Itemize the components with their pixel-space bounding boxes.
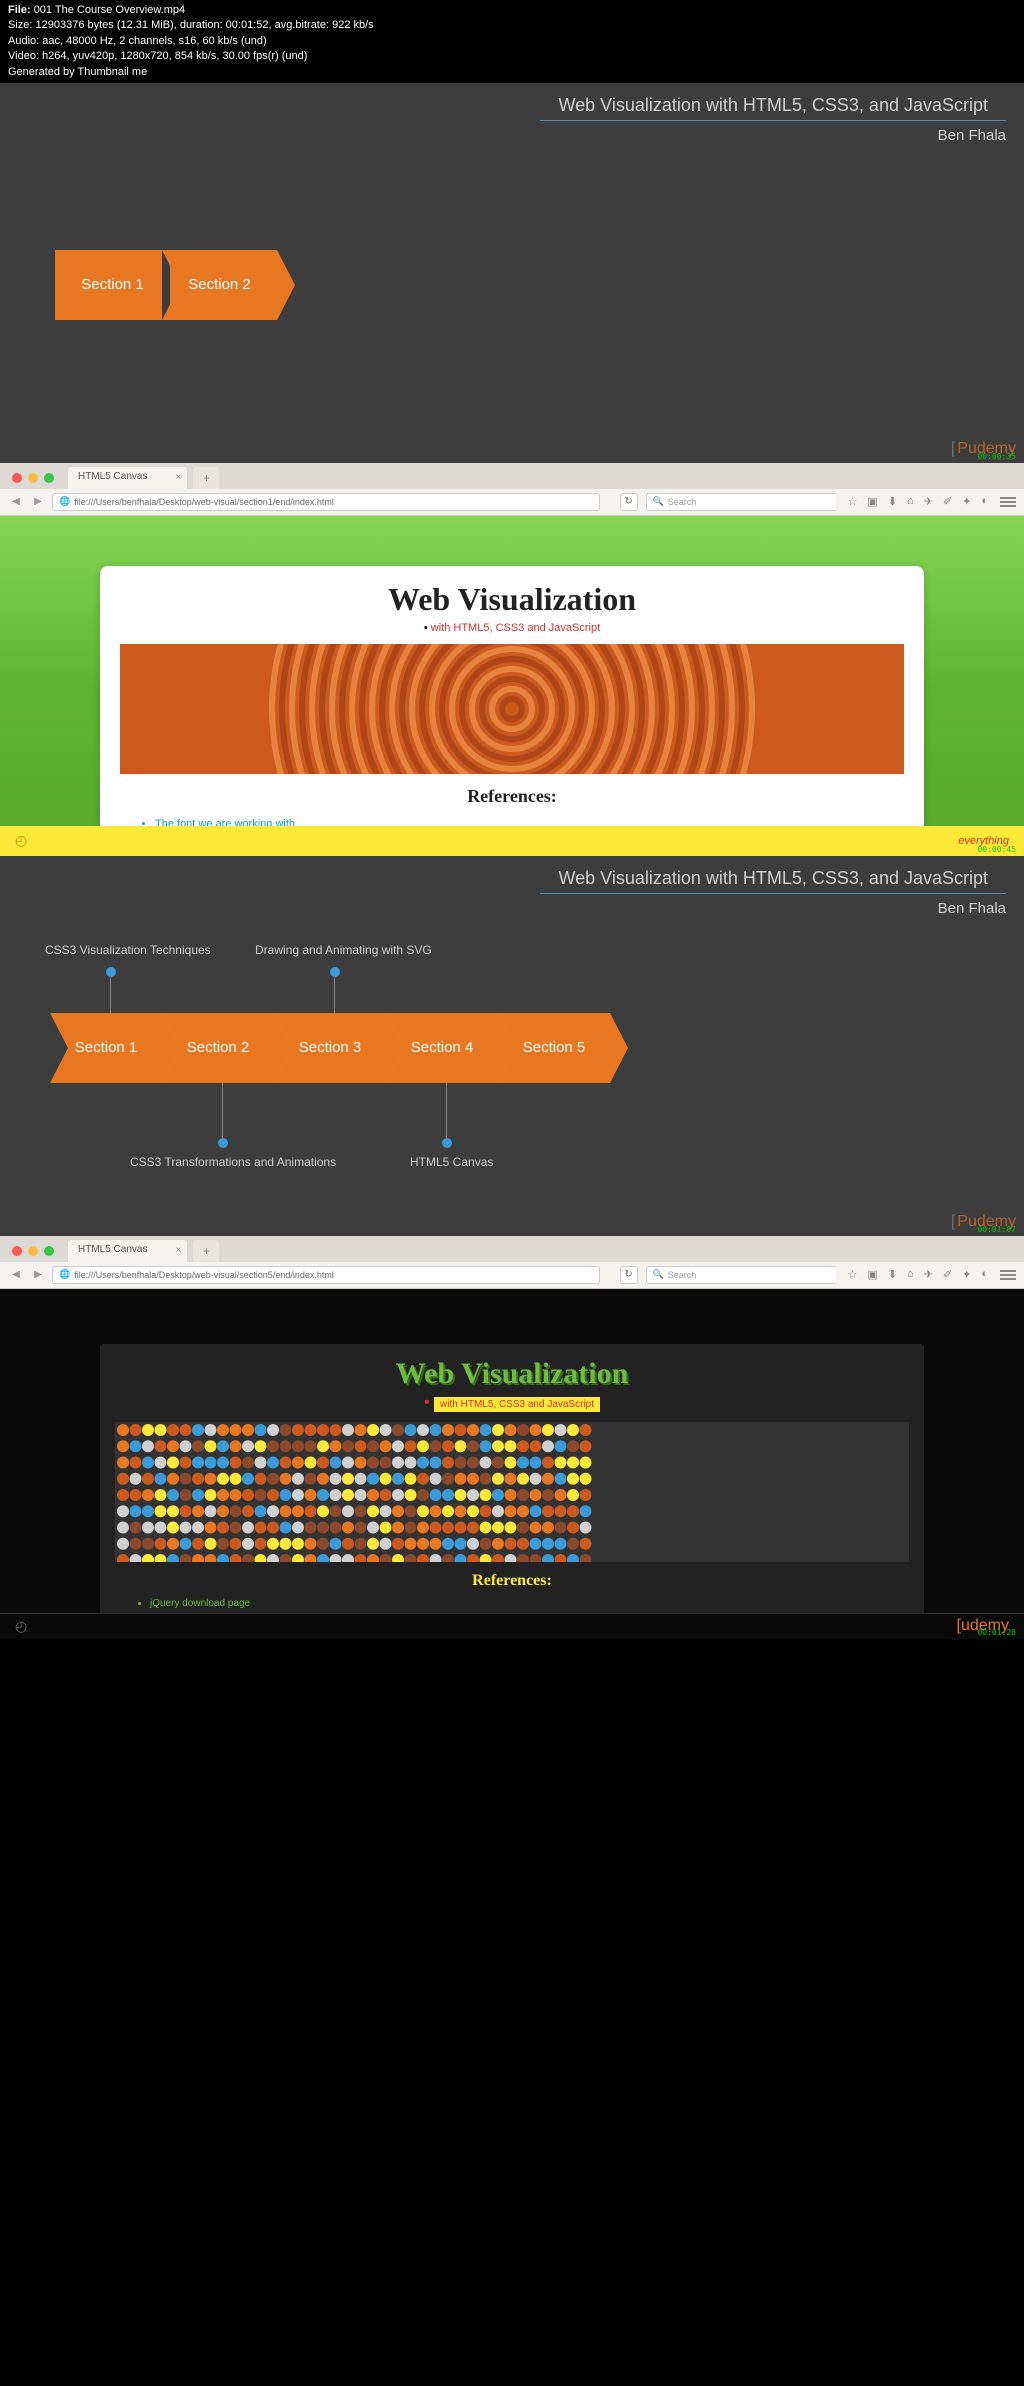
tag-icon[interactable]: ✐: [943, 1268, 952, 1281]
pocket-icon[interactable]: ▣: [867, 495, 877, 508]
close-tab-icon[interactable]: ×: [176, 472, 182, 483]
frame-timestamp: 00:01:07: [977, 1225, 1016, 1234]
new-tab-button[interactable]: +: [193, 467, 219, 489]
canvas-rings-graphic: [120, 644, 904, 774]
canvas-mosaic-graphic: [115, 1422, 909, 1562]
close-window-icon[interactable]: [12, 1246, 22, 1256]
tab-bar: HTML5 Canvas × +: [0, 463, 1024, 489]
home-icon[interactable]: ⌂: [907, 1268, 914, 1281]
top-annotations: CSS3 Visualization Techniques Drawing an…: [0, 943, 1024, 1013]
hamburger-menu-icon[interactable]: [1000, 1268, 1016, 1282]
section-chevrons: Section 1 Section 2 Section 3 Section 4 …: [50, 1013, 1024, 1083]
frame-timestamp: 00:00:45: [977, 845, 1016, 854]
search-input[interactable]: 🔍 Search: [646, 1266, 836, 1284]
slide-title: Web Visualization with HTML5, CSS3, and …: [540, 856, 1006, 894]
maximize-window-icon[interactable]: [44, 1246, 54, 1256]
bottom-annotations: CSS3 Transformations and Animations HTML…: [0, 1083, 1024, 1173]
close-tab-icon[interactable]: ×: [176, 1245, 182, 1256]
minimize-window-icon[interactable]: [28, 473, 38, 483]
pocket-icon[interactable]: ▣: [867, 1268, 877, 1281]
footer-bar: ◴ everything: [0, 826, 1024, 856]
forward-button[interactable]: ▶: [30, 1267, 46, 1283]
section-chevrons: Section 1 Section 2: [55, 250, 1024, 320]
content-panel: Web Visualization with HTML5, CSS3 and J…: [100, 566, 924, 856]
url-input[interactable]: 🌐 file:///Users/benfhala/Desktop/web-vis…: [52, 1266, 600, 1284]
paint-icon[interactable]: ✦: [962, 495, 971, 508]
slide-author: Ben Fhala: [0, 121, 1024, 150]
page-title: Web Visualization: [115, 1352, 909, 1391]
content-panel: Web Visualization with HTML5, CSS3 and J…: [100, 1344, 924, 1634]
annotation-line: [110, 977, 111, 1013]
share-icon[interactable]: ✈: [924, 495, 933, 508]
home-icon[interactable]: ⌂: [907, 495, 914, 508]
thumbnail-frame-1: Web Visualization with HTML5, CSS3, and …: [0, 83, 1024, 463]
maximize-window-icon[interactable]: [44, 473, 54, 483]
window-controls[interactable]: [10, 473, 62, 489]
annotation-dot-icon: [330, 967, 340, 977]
page-title: Web Visualization: [120, 576, 904, 618]
browser-chrome: HTML5 Canvas × + ◀ ▶ 🌐 file:///Users/ben…: [0, 1236, 1024, 1289]
close-window-icon[interactable]: [12, 473, 22, 483]
tab-bar: HTML5 Canvas × +: [0, 1236, 1024, 1262]
search-input[interactable]: 🔍 Search: [646, 493, 836, 511]
annotation-label: HTML5 Canvas: [410, 1155, 493, 1169]
slide-author: Ben Fhala: [0, 894, 1024, 923]
annotation-dot-icon: [442, 1138, 452, 1148]
page-subtitle: with HTML5, CSS3 and JavaScript: [434, 1397, 600, 1412]
toolbar-icons: ☆ ▣ ⬇ ⌂ ✈ ✐ ✦ ◐: [842, 1268, 994, 1281]
clock-icon: ◴: [15, 832, 27, 849]
thumbnail-frame-4: HTML5 Canvas × + ◀ ▶ 🌐 file:///Users/ben…: [0, 1236, 1024, 1639]
annotation-line: [334, 977, 335, 1013]
tag-icon[interactable]: ✐: [943, 495, 952, 508]
annotation-label: CSS3 Visualization Techniques: [45, 943, 211, 957]
share-icon[interactable]: ✈: [924, 1268, 933, 1281]
annotation-dot-icon: [106, 967, 116, 977]
url-input[interactable]: 🌐 file:///Users/benfhala/Desktop/web-vis…: [52, 493, 600, 511]
thumbnail-frame-3: Web Visualization with HTML5, CSS3, and …: [0, 856, 1024, 1236]
download-icon[interactable]: ⬇: [888, 495, 897, 508]
annotation-label: Drawing and Animating with SVG: [255, 943, 432, 957]
back-button[interactable]: ◀: [8, 494, 24, 510]
address-bar: ◀ ▶ 🌐 file:///Users/benfhala/Desktop/web…: [0, 1262, 1024, 1288]
back-button[interactable]: ◀: [8, 1267, 24, 1283]
annotation-line: [446, 1083, 447, 1138]
page-subtitle: with HTML5, CSS3 and JavaScript: [120, 618, 904, 644]
clock-icon: ◴: [15, 1618, 27, 1635]
forward-button[interactable]: ▶: [30, 494, 46, 510]
footer-bar: ◴ [udemy: [0, 1613, 1024, 1639]
reference-link[interactable]: jQuery download page: [150, 1596, 909, 1611]
hamburger-menu-icon[interactable]: [1000, 495, 1016, 509]
browser-chrome: HTML5 Canvas × + ◀ ▶ 🌐 file:///Users/ben…: [0, 463, 1024, 516]
section-chevron: Section 1: [55, 250, 170, 320]
star-icon[interactable]: ☆: [848, 1268, 858, 1281]
browser-tab[interactable]: HTML5 Canvas ×: [68, 1240, 187, 1262]
toggle-icon[interactable]: ◐: [981, 1268, 988, 1281]
references-heading: References:: [120, 774, 904, 815]
annotation-dot-icon: [218, 1138, 228, 1148]
section-chevron: Section 1: [50, 1013, 162, 1083]
toggle-icon[interactable]: ◐: [981, 495, 988, 508]
thumbnail-frame-2: HTML5 Canvas × + ◀ ▶ 🌐 file:///Users/ben…: [0, 463, 1024, 856]
frame-timestamp: 00:01:28: [977, 1628, 1016, 1637]
browser-tab[interactable]: HTML5 Canvas ×: [68, 467, 187, 489]
reload-button[interactable]: ↻: [620, 493, 638, 511]
star-icon[interactable]: ☆: [848, 495, 858, 508]
new-tab-button[interactable]: +: [193, 1240, 219, 1262]
window-controls[interactable]: [10, 1246, 62, 1262]
toolbar-icons: ☆ ▣ ⬇ ⌂ ✈ ✐ ✦ ◐: [842, 495, 994, 508]
annotation-label: CSS3 Transformations and Animations: [130, 1155, 336, 1169]
frame-timestamp: 00:00:35: [977, 452, 1016, 461]
file-metadata: File: 001 The Course Overview.mp4 Size: …: [0, 0, 1024, 83]
reload-button[interactable]: ↻: [620, 1266, 638, 1284]
download-icon[interactable]: ⬇: [888, 1268, 897, 1281]
minimize-window-icon[interactable]: [28, 1246, 38, 1256]
slide-title: Web Visualization with HTML5, CSS3, and …: [540, 83, 1006, 121]
references-heading: References:: [115, 1562, 909, 1596]
annotation-line: [222, 1083, 223, 1138]
address-bar: ◀ ▶ 🌐 file:///Users/benfhala/Desktop/web…: [0, 489, 1024, 515]
paint-icon[interactable]: ✦: [962, 1268, 971, 1281]
